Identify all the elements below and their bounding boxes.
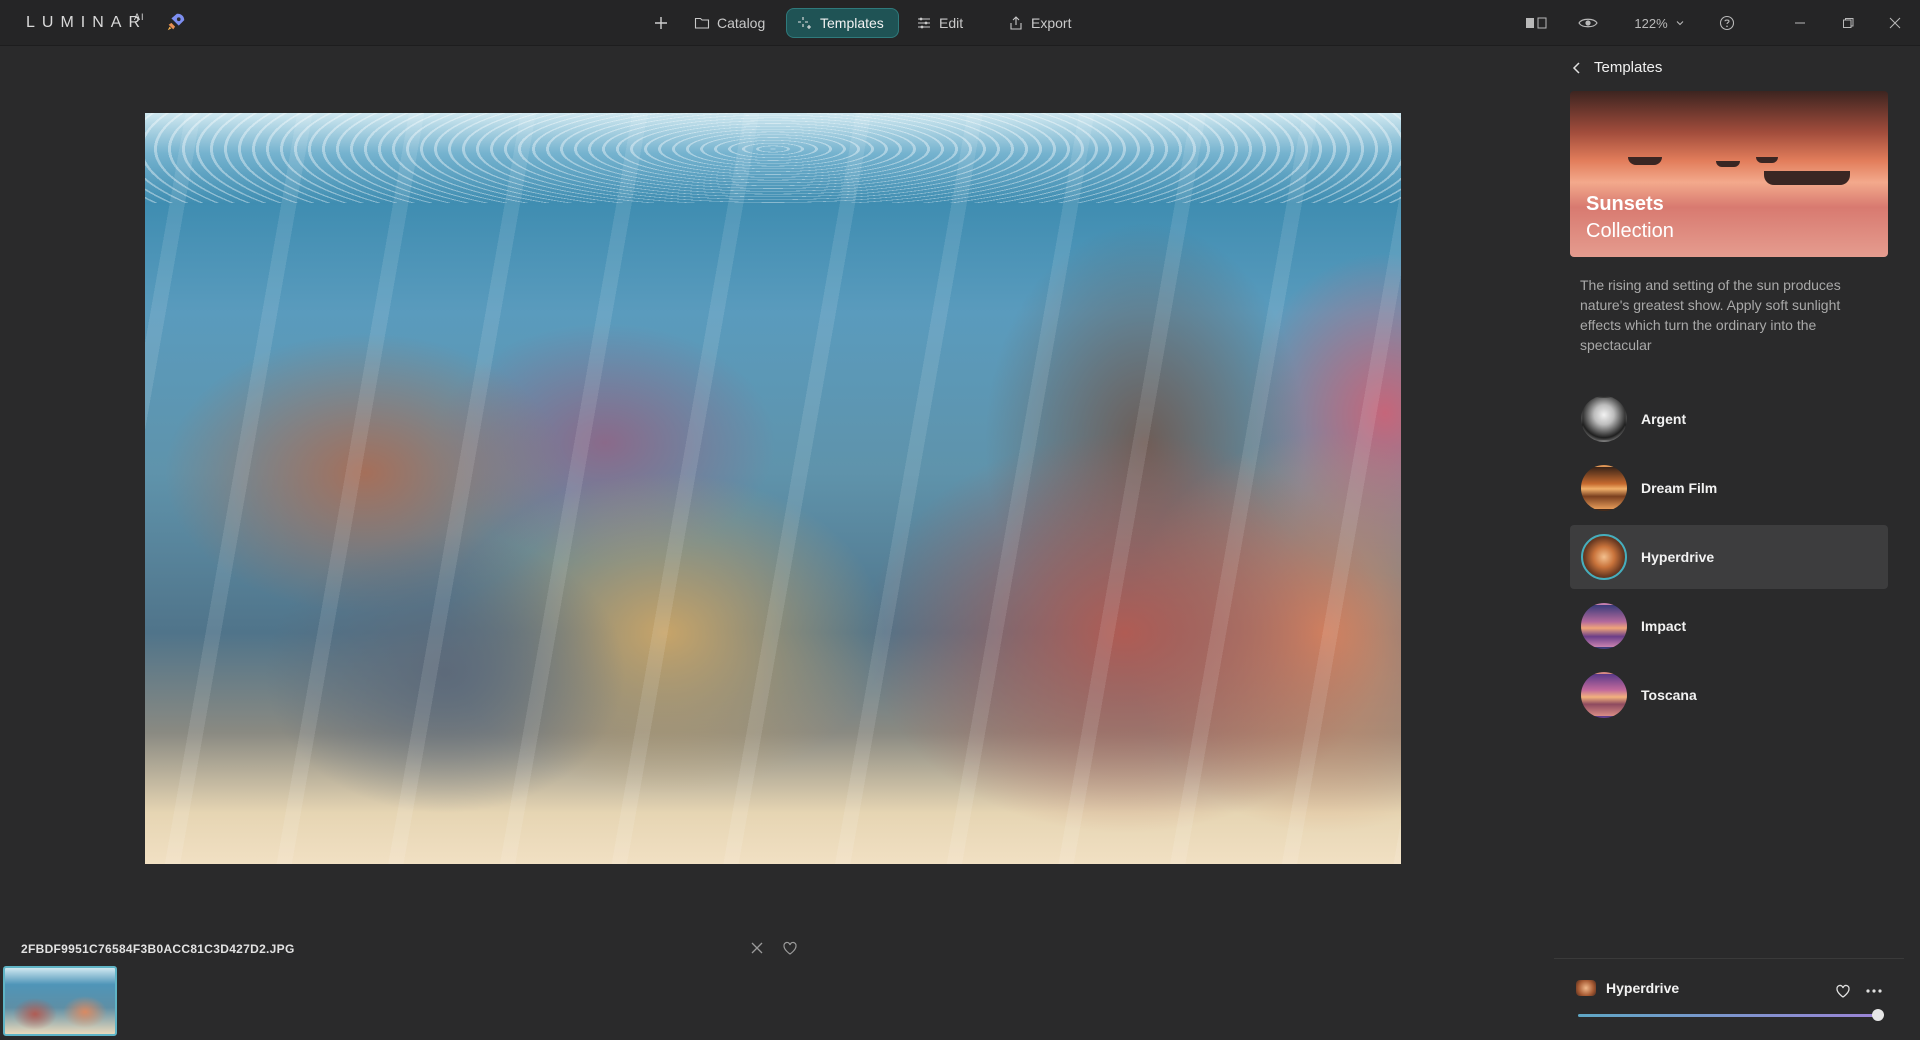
template-item-argent[interactable]: Argent	[1570, 387, 1888, 451]
template-thumbnail	[1581, 672, 1627, 718]
panel-back-button[interactable]: Templates	[1570, 59, 1662, 76]
template-item-toscana[interactable]: Toscana	[1570, 663, 1888, 727]
share-icon	[1010, 16, 1022, 30]
chevron-left-icon	[1572, 61, 1580, 74]
tab-catalog-label: Catalog	[717, 15, 766, 31]
template-item-dream-film[interactable]: Dream Film	[1570, 456, 1888, 520]
filmstrip-thumbnail[interactable]	[3, 966, 117, 1036]
window-close-button[interactable]	[1885, 12, 1905, 34]
template-name: Toscana	[1641, 687, 1697, 703]
tab-edit-label: Edit	[939, 15, 964, 31]
boat-shape	[1756, 157, 1778, 163]
top-bar: LUMINAR AI Catalog Templates Edit Export	[0, 0, 1920, 46]
panel-divider	[1554, 958, 1904, 959]
tab-edit[interactable]: Edit	[916, 8, 963, 38]
folder-icon	[694, 17, 710, 29]
tab-export[interactable]: Export	[1008, 8, 1071, 38]
template-item-impact[interactable]: Impact	[1570, 594, 1888, 658]
rocket-icon[interactable]	[165, 11, 187, 33]
template-thumbnail	[1581, 603, 1627, 649]
tab-templates[interactable]: Templates	[786, 8, 899, 38]
template-thumbnail	[1581, 534, 1627, 580]
applied-template-name: Hyperdrive	[1606, 980, 1680, 996]
sparkle-icon	[798, 17, 811, 29]
tab-catalog[interactable]: Catalog	[694, 8, 765, 38]
luminar-app: LUMINAR AI Catalog Templates Edit Export	[0, 0, 1920, 1040]
sliders-icon	[918, 17, 930, 29]
close-icon[interactable]	[748, 939, 766, 957]
tab-export-label: Export	[1031, 15, 1072, 31]
compare-button[interactable]	[1524, 12, 1548, 34]
minimize-icon	[1795, 22, 1805, 24]
template-name: Hyperdrive	[1641, 549, 1715, 565]
heart-icon[interactable]	[1834, 982, 1852, 1000]
template-thumbnail	[1581, 465, 1627, 511]
close-icon	[1889, 17, 1901, 29]
boat-shape	[1764, 171, 1850, 185]
window-minimize-button[interactable]	[1790, 12, 1810, 34]
applied-template: Hyperdrive	[1576, 980, 1679, 996]
help-button[interactable]	[1716, 12, 1738, 34]
restore-icon	[1843, 18, 1854, 28]
collection-title-line2: Collection	[1586, 220, 1674, 242]
main-photo-canvas[interactable]	[145, 113, 1401, 864]
add-photos-button[interactable]	[652, 8, 676, 38]
photo-filename: 2FBDF9951C76584F3B0ACC81C3D427D2.JPG	[21, 942, 295, 956]
collection-title-line1: Sunsets	[1586, 193, 1664, 215]
plus-icon	[654, 17, 667, 29]
help-icon	[1719, 15, 1735, 31]
zoom-value: 122%	[1634, 15, 1668, 31]
template-name: Argent	[1641, 411, 1687, 427]
zoom-dropdown[interactable]: 122%	[1632, 12, 1688, 34]
tab-templates-label: Templates	[820, 15, 884, 31]
chevron-down-icon	[1676, 21, 1684, 26]
heart-icon[interactable]	[781, 939, 799, 957]
collection-title: Sunsets Collection	[1586, 191, 1674, 245]
template-thumbnail	[1581, 396, 1627, 442]
applied-template-thumbnail	[1576, 980, 1596, 996]
window-restore-button[interactable]	[1838, 12, 1858, 34]
boat-shape	[1628, 157, 1662, 165]
app-logo-ai: AI	[134, 12, 145, 22]
template-name: Impact	[1641, 618, 1687, 634]
template-name: Dream Film	[1641, 480, 1718, 496]
compare-icon	[1526, 17, 1547, 29]
eye-icon	[1578, 18, 1598, 28]
boat-shape	[1716, 161, 1740, 167]
light-rays	[145, 113, 1401, 864]
template-amount-slider[interactable]	[1578, 1009, 1884, 1021]
app-logo: LUMINAR	[26, 14, 148, 31]
collection-description: The rising and setting of the sun produc…	[1580, 277, 1841, 353]
slider-knob[interactable]	[1872, 1009, 1884, 1021]
template-item-hyperdrive[interactable]: Hyperdrive	[1570, 525, 1888, 589]
panel-title: Templates	[1594, 59, 1663, 76]
preview-button[interactable]	[1576, 12, 1600, 34]
templates-panel: Templates Sunsets Collection The rising …	[1554, 47, 1920, 1040]
more-icon[interactable]	[1864, 982, 1884, 1000]
collection-banner: Sunsets Collection	[1570, 91, 1888, 257]
